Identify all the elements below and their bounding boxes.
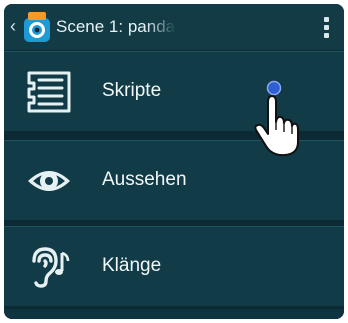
- scene-title: Scene 1: panda: [56, 17, 176, 36]
- touch-pointer-icon: [254, 80, 299, 157]
- toolbar: ‹ Scene 1: panda: [4, 4, 344, 50]
- menu-item-label: Skripte: [102, 80, 162, 101]
- app-screen: ‹ Scene 1: panda Skripte Aussehen Klänge: [4, 4, 344, 319]
- ear-sound-icon: [32, 247, 70, 288]
- more-vert-icon[interactable]: [316, 14, 336, 40]
- scripts-list-icon: [27, 71, 71, 113]
- pocket-code-icon[interactable]: [22, 10, 52, 44]
- chevron-left-icon[interactable]: ‹: [10, 14, 22, 38]
- eye-icon: [28, 171, 70, 191]
- bottom-strip: [4, 309, 344, 319]
- menu-item-label: Klänge: [102, 255, 162, 276]
- menu-item-label: Aussehen: [102, 169, 187, 190]
- menu-item-klaenge[interactable]: Klänge: [4, 226, 344, 306]
